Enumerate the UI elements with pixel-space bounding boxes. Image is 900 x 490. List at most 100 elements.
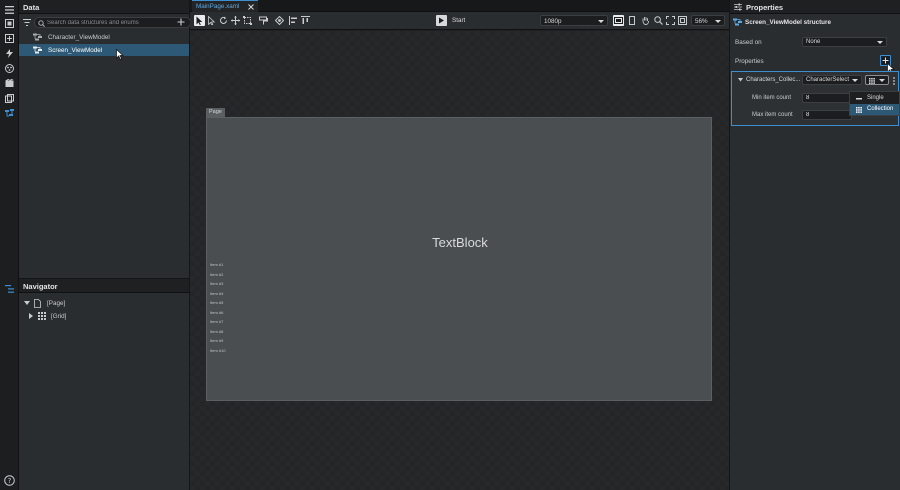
max-item-count-input[interactable] xyxy=(803,111,851,119)
svg-text:?: ? xyxy=(8,477,12,485)
document-tab-label: MainPage.xaml xyxy=(196,3,240,10)
rotate-tool-icon[interactable] xyxy=(218,15,229,26)
align-top-icon[interactable] xyxy=(300,15,311,26)
collection-item[interactable]: Item #4 xyxy=(210,291,223,296)
property-name[interactable]: Characters_Collec... xyxy=(746,77,800,83)
select-tool-icon[interactable] xyxy=(194,15,205,26)
data-item-character-viewmodel[interactable]: Character_ViewModel xyxy=(19,31,189,43)
direct-select-icon[interactable] xyxy=(206,15,217,26)
activity-rail: ? xyxy=(0,0,19,490)
help-icon[interactable]: ? xyxy=(3,474,16,487)
resolution-value: 1080p xyxy=(544,17,562,25)
max-item-count-label: Max item count xyxy=(752,112,793,118)
collection-item[interactable]: Item #10 xyxy=(210,348,226,353)
collection-type-select[interactable] xyxy=(865,75,889,85)
chevron-down-icon[interactable] xyxy=(24,300,30,306)
grid-icon xyxy=(869,77,875,84)
navigator-item-page[interactable]: [Page] xyxy=(19,297,189,309)
data-item-label: Screen_ViewModel xyxy=(48,46,103,54)
zoom-icon[interactable] xyxy=(653,15,664,26)
menu-item-label: Collection xyxy=(867,106,894,112)
resolution-select[interactable]: 1080p xyxy=(540,15,608,26)
collection-item[interactable]: Item #9 xyxy=(210,338,223,343)
collection-item[interactable]: Item #8 xyxy=(210,329,223,334)
filter-icon[interactable] xyxy=(23,19,31,26)
navigator-panel: Navigator [Page] [Grid] xyxy=(19,279,189,490)
data-structure-icon xyxy=(733,18,743,26)
add-element-icon[interactable] xyxy=(3,32,16,45)
data-search-box xyxy=(34,17,191,28)
hamburger-menu-icon[interactable] xyxy=(3,3,16,16)
menu-item-collection[interactable]: Collection xyxy=(850,104,899,115)
page-tag: Page xyxy=(206,108,225,117)
min-item-count-field[interactable] xyxy=(802,93,852,103)
menu-item-label: Single xyxy=(867,95,884,101)
paint-roller-icon[interactable] xyxy=(258,15,269,26)
data-structure-icon xyxy=(33,33,43,41)
min-item-count-input[interactable] xyxy=(803,94,851,102)
data-structure-icon xyxy=(33,46,43,54)
page-icon xyxy=(34,298,41,308)
start-label: Start xyxy=(452,17,466,24)
document-tab[interactable]: MainPage.xaml xyxy=(192,0,258,12)
collection-item[interactable]: Item #3 xyxy=(210,281,223,286)
collection-type-menu: Single Collection xyxy=(849,91,900,116)
navigator-title: Navigator xyxy=(19,279,189,293)
property-type-select[interactable]: CharacterSelect xyxy=(802,75,862,85)
min-item-count-label: Min item count xyxy=(752,95,792,101)
pages-icon[interactable] xyxy=(3,17,16,30)
page-artboard[interactable]: TextBlock Item #1 Item #2 Item #3 Item #… xyxy=(206,117,712,401)
navigator-item-label: [Grid] xyxy=(51,312,67,320)
editor-toolbar: Start 1080p 56% xyxy=(190,12,729,30)
properties-label: Properties xyxy=(735,58,764,65)
single-icon xyxy=(856,98,862,100)
actual-size-icon[interactable] xyxy=(677,15,688,26)
zoom-value: 56% xyxy=(695,17,708,25)
based-on-value: None xyxy=(806,39,821,45)
based-on-select[interactable]: None xyxy=(802,37,887,47)
collection-item[interactable]: Item #2 xyxy=(210,272,223,277)
textblock-element[interactable]: TextBlock xyxy=(207,235,713,250)
close-icon[interactable] xyxy=(248,4,254,10)
design-canvas[interactable]: Page TextBlock Item #1 Item #2 Item #3 I… xyxy=(190,31,729,490)
data-search-input[interactable] xyxy=(47,18,187,27)
max-item-count-field[interactable] xyxy=(802,110,852,120)
data-panel: Data Character_ViewModel Screen_ViewMode… xyxy=(19,0,191,278)
navigator-icon[interactable] xyxy=(3,282,16,295)
structure-title: Screen_ViewModel structure xyxy=(745,19,831,26)
collection-item[interactable]: Item #5 xyxy=(210,300,223,305)
editor-area: MainPage.xaml Start 1080p 56% Page TextB… xyxy=(190,0,729,490)
move-tool-icon[interactable] xyxy=(230,15,241,26)
palette-icon[interactable] xyxy=(3,62,16,75)
menu-item-single[interactable]: Single xyxy=(850,93,899,104)
data-item-screen-viewmodel[interactable]: Screen_ViewModel xyxy=(19,44,189,56)
search-icon xyxy=(38,19,45,27)
resources-icon[interactable] xyxy=(3,92,16,105)
navigator-item-label: [Page] xyxy=(47,299,66,307)
collection-item[interactable]: Item #6 xyxy=(210,310,223,315)
collection-item[interactable]: Item #7 xyxy=(210,319,223,324)
collection-item[interactable]: Item #1 xyxy=(210,262,223,267)
landscape-view-icon[interactable] xyxy=(613,15,624,26)
chevron-right-icon[interactable] xyxy=(29,313,34,319)
hand-pan-icon[interactable] xyxy=(640,15,651,26)
scale-tool-icon[interactable] xyxy=(242,15,253,26)
grid-icon xyxy=(856,106,862,113)
portrait-view-icon[interactable] xyxy=(626,15,637,26)
fit-to-screen-icon[interactable] xyxy=(665,15,676,26)
data-item-label: Character_ViewModel xyxy=(48,33,110,41)
add-data-button[interactable] xyxy=(177,18,185,26)
properties-panel: Properties Screen_ViewModel structure Ba… xyxy=(730,0,900,490)
start-button[interactable] xyxy=(436,15,447,26)
navigator-item-grid[interactable]: [Grid] xyxy=(19,310,189,322)
properties-sliders-icon xyxy=(734,3,742,11)
chevron-down-icon[interactable] xyxy=(738,78,743,82)
brush-settings-icon[interactable] xyxy=(274,15,285,26)
lightning-icon[interactable] xyxy=(3,47,16,60)
more-options-icon[interactable] xyxy=(893,77,895,85)
properties-panel-title: Properties xyxy=(730,0,900,14)
zoom-select[interactable]: 56% xyxy=(691,15,725,26)
film-icon[interactable] xyxy=(3,77,16,90)
align-left-icon[interactable] xyxy=(288,15,299,26)
data-icon[interactable] xyxy=(3,107,16,120)
